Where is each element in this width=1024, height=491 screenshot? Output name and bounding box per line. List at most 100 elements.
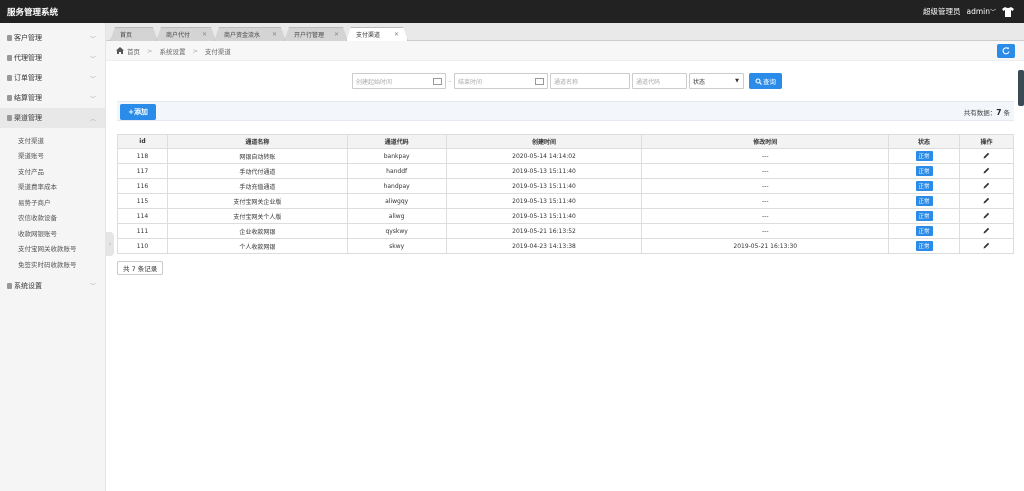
tab-home[interactable]: 首页 <box>110 27 158 41</box>
cell-code: aliwgqy <box>346 193 447 209</box>
calendar-icon <box>535 78 544 85</box>
status-badge[interactable]: 正常 <box>915 151 933 161</box>
start-time-input[interactable]: 创建起始时间 <box>352 73 446 89</box>
status-badge[interactable]: 正常 <box>915 211 933 221</box>
sidebar-group-label: 代理管理 <box>14 54 42 62</box>
tshirt-icon[interactable] <box>1002 6 1014 17</box>
close-icon[interactable]: ✕ <box>272 31 277 38</box>
cell-created: 2019-05-13 15:11:40 <box>445 163 643 179</box>
sidebar-item-pay-channel[interactable]: 支付渠道 <box>0 132 105 148</box>
tab-merchant-funds[interactable]: 商户资金流水 ✕ <box>214 27 286 41</box>
cell-id: 114 <box>117 208 168 224</box>
sidebar-group-settlement[interactable]: 结算管理 ﹀ <box>0 88 105 108</box>
cell-modified: --- <box>641 148 890 164</box>
status-badge[interactable]: 正常 <box>915 181 933 191</box>
sidebar-group-orders[interactable]: 订单管理 ﹀ <box>0 68 105 88</box>
cell-id: 110 <box>117 238 168 254</box>
column-header-actions: 操作 <box>959 134 1014 149</box>
cell-status: 正常 <box>888 238 961 254</box>
cell-id: 111 <box>117 223 168 239</box>
column-header-created[interactable]: 创建时间 <box>445 134 643 149</box>
tab-merchant-payout[interactable]: 商户代付 ✕ <box>156 27 216 41</box>
cell-actions <box>959 223 1014 239</box>
cell-status: 正常 <box>888 193 961 209</box>
edit-pencil-icon[interactable] <box>983 212 990 219</box>
status-badge[interactable]: 正常 <box>915 166 933 176</box>
sidebar-collapse-handle[interactable]: ‹ <box>106 232 114 256</box>
cell-created: 2020-05-14 14:14:02 <box>445 148 643 164</box>
status-select[interactable]: 状态 ▼ <box>689 73 744 89</box>
sidebar-group-system-settings[interactable]: 系统设置 ﹀ <box>0 276 105 296</box>
sidebar-group-agents[interactable]: 代理管理 ﹀ <box>0 48 105 68</box>
status-badge[interactable]: 正常 <box>915 241 933 251</box>
channel-code-placeholder: 通道代码 <box>636 78 661 86</box>
user-menu[interactable]: admin﹀ <box>966 7 996 16</box>
breadcrumb: 首页 > 系统设置 > 支付渠道 <box>106 41 1024 61</box>
sidebar-group-label: 订单管理 <box>14 74 42 82</box>
column-header-id[interactable]: id <box>117 134 168 149</box>
sidebar-item-sub-merchant[interactable]: 易势子商户 <box>0 194 105 210</box>
cell-actions <box>959 148 1014 164</box>
column-header-name[interactable]: 通道名称 <box>166 134 348 149</box>
status-badge[interactable]: 正常 <box>915 226 933 236</box>
chevron-up-icon: ︿ <box>89 115 96 123</box>
breadcrumb-level1[interactable]: 系统设置 <box>159 46 185 56</box>
doc-icon <box>7 95 12 101</box>
cell-code: bankpay <box>346 148 447 164</box>
cell-id: 115 <box>117 193 168 209</box>
sidebar-group-channels[interactable]: 渠道管理 ︿ <box>0 108 105 128</box>
column-header-code[interactable]: 通道代码 <box>346 134 447 149</box>
close-icon[interactable]: ✕ <box>394 31 399 38</box>
cell-modified: --- <box>641 178 890 194</box>
sidebar-item-pay-product[interactable]: 支付产品 <box>0 163 105 179</box>
chevron-down-icon: ﹀ <box>989 9 996 16</box>
edit-pencil-icon[interactable] <box>983 182 990 189</box>
column-header-status[interactable]: 状态 <box>888 134 961 149</box>
edit-pencil-icon[interactable] <box>983 242 990 249</box>
close-icon[interactable]: ✕ <box>334 31 339 38</box>
sidebar-item-bank-account[interactable]: 收款网银账号 <box>0 225 105 241</box>
edit-pencil-icon[interactable] <box>983 152 990 159</box>
edit-pencil-icon[interactable] <box>983 197 990 204</box>
table-row: 116 手动充值通道 handpay 2019-05-13 15:11:40 --- 正常 <box>117 178 1014 194</box>
page-scrollbar[interactable] <box>1018 70 1024 106</box>
edit-pencil-icon[interactable] <box>983 227 990 234</box>
cell-modified: --- <box>641 223 890 239</box>
edit-pencil-icon[interactable] <box>983 167 990 174</box>
top-bar: 服务管理系统 超级管理员 admin﹀ <box>0 0 1024 23</box>
column-header-modified[interactable]: 修改时间 <box>641 134 890 149</box>
sidebar-group-customers[interactable]: 客户管理 ﹀ <box>0 28 105 48</box>
tab-pay-channel[interactable]: 支付渠道 ✕ <box>346 27 408 41</box>
sidebar-item-collect-device[interactable]: 农信收款设备 <box>0 210 105 226</box>
table-row: 110 个人收款网银 skwy 2019-04-23 14:13:38 2019-05-… <box>117 238 1014 254</box>
cell-name: 手动充值通道 <box>166 178 348 194</box>
tab-bank-branch[interactable]: 开户行管理 ✕ <box>284 27 348 41</box>
sidebar-group-label: 结算管理 <box>14 94 42 102</box>
status-badge[interactable]: 正常 <box>915 196 933 206</box>
search-button[interactable]: 查询 <box>749 73 782 89</box>
doc-icon <box>7 282 12 289</box>
channel-name-input[interactable]: 通道名称 <box>550 73 630 89</box>
total-label: 共有数据： <box>963 109 997 117</box>
sidebar-item-realtime-code-account[interactable]: 免签实时码收款账号 <box>0 256 105 272</box>
table-row: 117 手动代付通道 handdf 2019-05-13 15:11:40 --- 正常 <box>117 163 1014 179</box>
cell-name: 支付宝网关个人版 <box>166 208 348 224</box>
tab-label: 首页 <box>120 32 133 39</box>
end-time-input[interactable]: 结束时间 <box>454 73 548 89</box>
add-button[interactable]: + 添加 <box>120 104 156 120</box>
channel-code-input[interactable]: 通道代码 <box>632 73 687 89</box>
cell-status: 正常 <box>888 208 961 224</box>
close-icon[interactable]: ✕ <box>202 31 207 38</box>
total-data: 共有数据：7 条 <box>964 107 1010 117</box>
cell-code: qyskwy <box>346 223 447 239</box>
sidebar-item-channel-fee[interactable]: 渠道费率成本 <box>0 179 105 195</box>
breadcrumb-home[interactable]: 首页 <box>127 46 140 56</box>
refresh-button[interactable] <box>997 44 1015 58</box>
chevron-down-icon: ﹀ <box>89 75 96 83</box>
cell-id: 117 <box>117 163 168 179</box>
sidebar-item-channel-account[interactable]: 渠道账号 <box>0 148 105 164</box>
cell-modified: --- <box>641 208 890 224</box>
sidebar-item-alipay-gateway-account[interactable]: 支付宝网关收款账号 <box>0 241 105 257</box>
app-title: 服务管理系统 <box>7 7 59 18</box>
cell-name: 企业收款网银 <box>166 223 348 239</box>
